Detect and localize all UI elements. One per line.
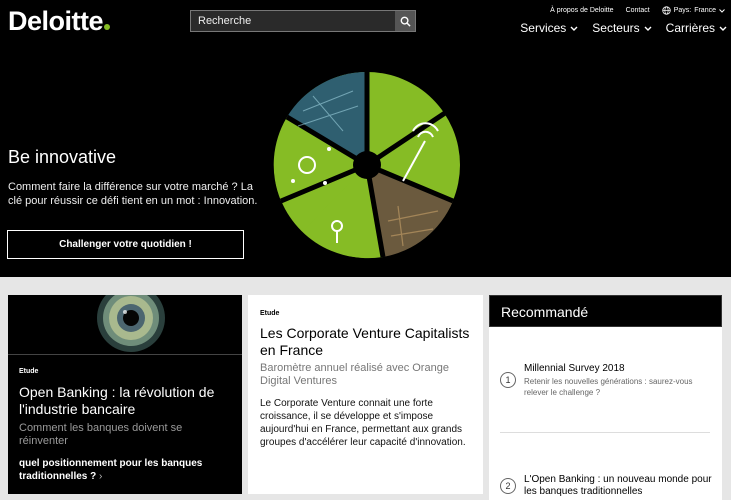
country-selector[interactable]: Pays: France bbox=[662, 6, 725, 15]
globe-icon bbox=[662, 6, 671, 15]
card-divider bbox=[8, 354, 242, 355]
rec-item-1-title[interactable]: Millennial Survey 2018 bbox=[524, 363, 714, 375]
card2-subtitle: Baromètre annuel réalisé avec Orange Dig… bbox=[260, 362, 449, 387]
country-value: France bbox=[694, 7, 716, 14]
card1-link-text: quel positionnement pour les banques tra… bbox=[19, 458, 203, 482]
deloitte-logo[interactable]: Deloitte bbox=[8, 6, 111, 37]
card1-tag: Etude bbox=[19, 368, 39, 375]
hero-text: Comment faire la différence sur votre ma… bbox=[8, 181, 258, 207]
country-label: Pays: bbox=[673, 7, 692, 14]
recommended-heading: Recommandé bbox=[501, 304, 589, 320]
card2-tag: Etude bbox=[260, 310, 280, 317]
contact-link[interactable]: Contact bbox=[626, 7, 650, 14]
rec-divider bbox=[500, 432, 710, 433]
utility-nav: À propos de Deloitte Contact Pays: Franc… bbox=[550, 6, 725, 15]
logo-dot-icon bbox=[104, 24, 111, 30]
nav-services-label: Services bbox=[520, 21, 567, 35]
chevron-down-icon bbox=[644, 26, 652, 31]
challenge-button[interactable]: Challenger votre quotidien ! bbox=[7, 230, 244, 259]
hero-title: Be innovative bbox=[8, 147, 117, 167]
search-icon bbox=[400, 16, 411, 27]
innovation-aperture-graphic bbox=[273, 71, 460, 259]
nav-secteurs[interactable]: Secteurs bbox=[592, 21, 652, 35]
chevron-down-icon bbox=[570, 26, 578, 31]
search-button[interactable] bbox=[395, 11, 415, 31]
chevron-down-icon bbox=[719, 8, 725, 13]
nav-carrieres[interactable]: Carrières bbox=[666, 21, 727, 35]
eye-image bbox=[8, 295, 242, 354]
card1-title[interactable]: Open Banking : la révolution de l'indust… bbox=[19, 384, 239, 418]
rec-number-1: 1 bbox=[500, 372, 516, 388]
rec-item-2-title[interactable]: L'Open Banking : un nouveau monde pour l… bbox=[524, 474, 714, 498]
chevron-down-icon bbox=[719, 26, 727, 31]
card2-text: Le Corporate Venture connait une forte c… bbox=[260, 398, 466, 448]
card2-title[interactable]: Les Corporate Venture Capitalists en Fra… bbox=[260, 325, 470, 359]
logo-text: Deloitte bbox=[8, 6, 104, 36]
nav-services[interactable]: Services bbox=[520, 21, 578, 35]
nav-carrieres-label: Carrières bbox=[665, 21, 715, 35]
chevron-right-icon: › bbox=[99, 471, 103, 482]
about-link[interactable]: À propos de Deloitte bbox=[550, 7, 613, 14]
rec-item-1-subtitle: Retenir les nouvelles générations : saur… bbox=[524, 377, 693, 397]
main-nav: Services Secteurs Carrières bbox=[520, 21, 727, 35]
rec-number-2: 2 bbox=[500, 478, 516, 494]
nav-secteurs-label: Secteurs bbox=[592, 21, 640, 35]
search-bar bbox=[190, 10, 416, 32]
card1-subtitle: Comment les banques doivent se réinvente… bbox=[19, 422, 183, 447]
search-input[interactable] bbox=[191, 11, 395, 31]
card1-link[interactable]: quel positionnement pour les banques tra… bbox=[19, 457, 229, 483]
